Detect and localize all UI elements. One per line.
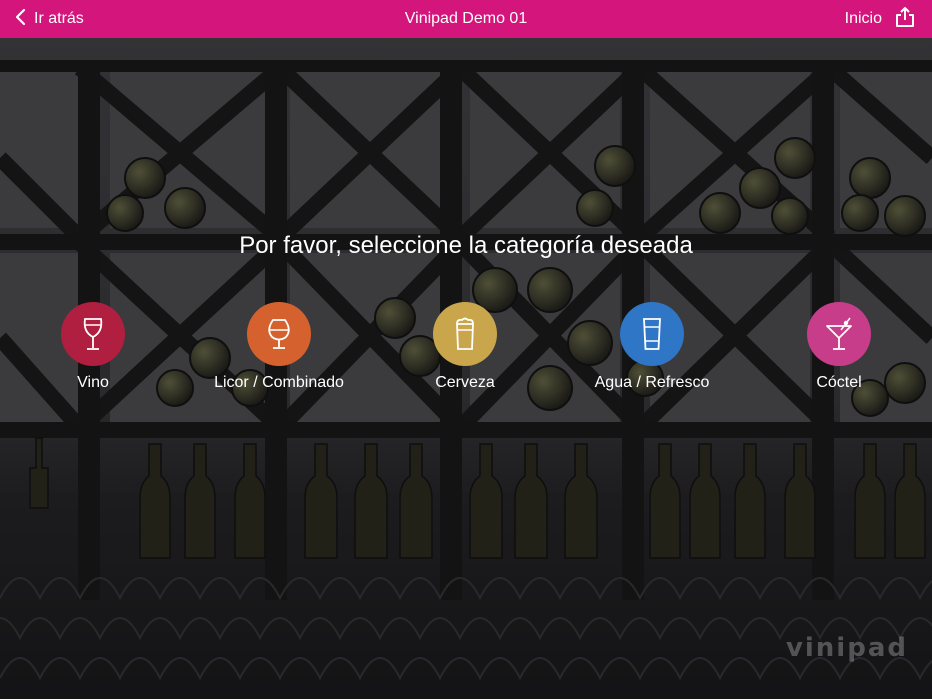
back-button[interactable]: Ir atrás [14, 0, 84, 38]
water-glass-icon [620, 302, 684, 366]
cocktail-glass-icon [807, 302, 871, 366]
back-label: Ir atrás [34, 10, 84, 27]
category-label: Licor / Combinado [214, 374, 344, 391]
chevron-left-icon [14, 8, 26, 31]
category-coctel-button[interactable]: Cóctel [759, 302, 919, 392]
home-label: Inicio [844, 10, 882, 27]
wine-glass-icon [61, 302, 125, 366]
vinipad-watermark: vinipad [785, 633, 908, 663]
category-cerveza-button[interactable]: Cerveza [385, 302, 545, 392]
beer-glass-icon [433, 302, 497, 366]
category-agua-button[interactable]: Agua / Refresco [572, 302, 732, 392]
page-title: Vinipad Demo 01 [404, 10, 528, 27]
category-label: Vino [77, 374, 109, 391]
category-licor-button[interactable]: Licor / Combinado [199, 302, 359, 392]
share-icon [894, 6, 916, 33]
category-label: Cóctel [816, 374, 862, 391]
home-button[interactable]: Inicio [845, 0, 916, 38]
snifter-glass-icon [247, 302, 311, 366]
top-bar: Ir atrás Vinipad Demo 01 Inicio [0, 0, 932, 38]
category-list: Vino Licor / Combinado Cerveza Agua / Re… [0, 0, 932, 699]
category-label: Agua / Refresco [594, 374, 710, 391]
category-label: Cerveza [435, 374, 495, 391]
category-vino-button[interactable]: Vino [13, 302, 173, 392]
